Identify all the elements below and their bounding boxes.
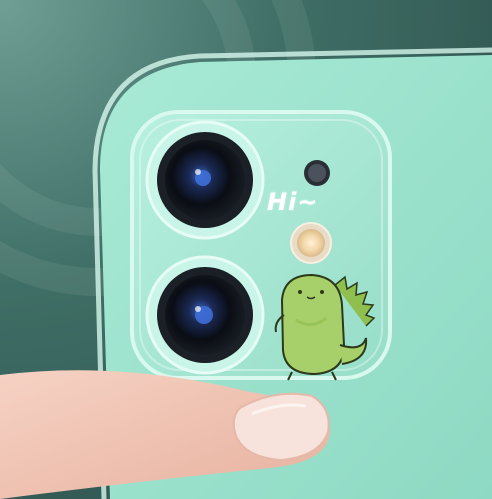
sticker-text: Hi~ [267,188,319,216]
flash-icon [290,222,332,264]
phone-camera-illustration [0,47,492,499]
product-photo: Hi~ [0,0,492,499]
microphone-icon [304,160,330,186]
camera-lens-icon [145,120,265,240]
camera-lens-icon [145,255,265,375]
